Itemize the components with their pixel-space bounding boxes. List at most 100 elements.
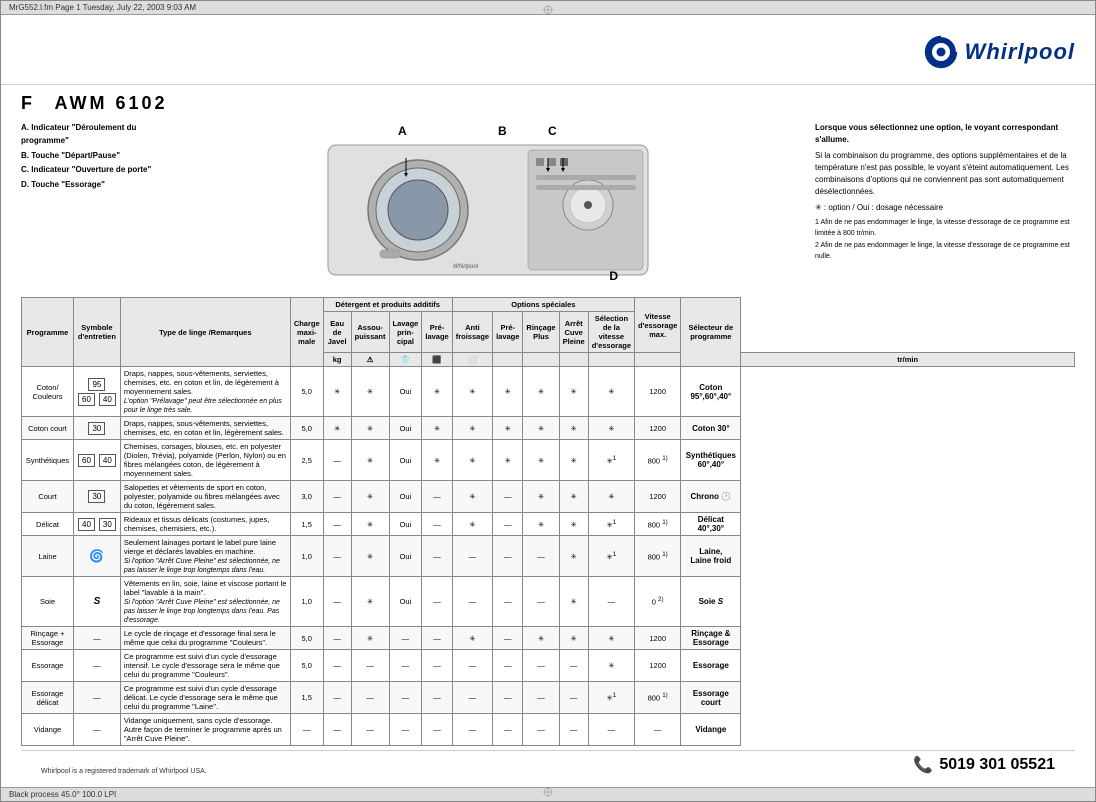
col-lavage: Lavage prin-cipal [389,312,422,353]
cell-symbole: — [74,714,121,746]
cell-sel: ✳1 [588,536,634,577]
cell-sel: ✳1 [588,513,634,536]
cell-anti: ✳ [452,367,492,417]
cell-charge: 5,0 [290,650,323,682]
col-type-linge: Type de linge /Remarques [120,298,290,367]
col-vitesse-header: Vitesse d'essorage max. [635,298,681,353]
top-section: A. Indicateur "Déroulement du programme"… [21,122,1075,287]
cell-sel: ✳1 [588,440,634,481]
col-lavage-icon: ⬛ [422,353,452,367]
cell-lavage: — [389,650,422,682]
cell-charge: — [290,714,323,746]
cell-selecteur: Essorage [681,650,741,682]
cell-assou: ✳ [351,367,389,417]
cell-programme: Coton/Couleurs [22,367,74,417]
cell-type: Vêtements en lin, soie, laine et viscose… [120,577,290,627]
desc-line2: Si la combinaison du programme, des opti… [815,150,1075,198]
cell-selecteur: Vidange [681,714,741,746]
cell-eau-javel: — [323,440,351,481]
cell-programme: Synthétiques [22,440,74,481]
cell-charge: 1,0 [290,577,323,627]
cell-arret: ✳ [559,627,588,650]
cell-selecteur: Coton 30° [681,417,741,440]
cell-type: Ce programme est suivi d'un cycle d'esso… [120,650,290,682]
cell-sel: ✳1 [588,682,634,714]
cell-programme: Essorage [22,650,74,682]
desc-line1: Lorsque vous sélectionnez une option, le… [815,122,1075,146]
label-list: A. Indicateur "Déroulement du programme"… [21,122,161,192]
cell-lavage: — [389,714,422,746]
diagram-label-a: A [398,124,407,138]
cell-eau-javel: ✳ [323,367,351,417]
cell-prelav: — [422,577,452,627]
cell-rincage: — [523,577,559,627]
cell-prelav: — [422,714,452,746]
cell-eau-javel: — [323,577,351,627]
cell-prelav2: — [493,714,523,746]
whirlpool-brand-name: Whirlpool [965,39,1075,65]
cell-selecteur: Essorage court [681,682,741,714]
cell-assou: — [351,682,389,714]
cell-selecteur: Coton95°,60°,40° [681,367,741,417]
cell-anti: ✳ [452,417,492,440]
cell-charge: 1,5 [290,682,323,714]
main-content: F AWM 6102 A. Indicateur "Déroulement du… [1,85,1095,787]
cell-charge: 1,0 [290,536,323,577]
cell-selecteur: Laine,Laine froid [681,536,741,577]
table-row: Coton court 30 Draps, nappes, sous-vêtem… [22,417,1075,440]
cell-assou: ✳ [351,417,389,440]
cell-type: Draps, nappes, sous-vêtements, serviette… [120,367,290,417]
cell-lavage: — [389,627,422,650]
title-section: F AWM 6102 [21,93,1075,114]
cell-sel: ✳ [588,627,634,650]
cell-assou: — [351,714,389,746]
header: Whirlpool [1,15,1095,85]
cell-charge: 1,5 [290,513,323,536]
cell-symbole: 4030 [74,513,121,536]
table-row: Rinçage + Essorage — Le cycle de rinçage… [22,627,1075,650]
cell-eau-javel: — [323,650,351,682]
cell-type: Chemises, corsages, blouses, etc. en pol… [120,440,290,481]
cell-anti: — [452,714,492,746]
col-pre-lavage: Pré-lavage [422,312,452,353]
cell-lavage: Oui [389,513,422,536]
cell-arret: — [559,714,588,746]
cell-sel: ✳ [588,650,634,682]
cell-symbole: — [74,682,121,714]
cell-rincage: ✳ [523,513,559,536]
diagram-area: A B C D [171,122,805,287]
table-row: Laine 🌀 Seulement lainages portant le la… [22,536,1075,577]
col-anti-icon [493,353,523,367]
cell-type: Salopettes et vêtements de sport en coto… [120,481,290,513]
cell-prelav2: — [493,682,523,714]
col-arret-cuve: Arrêt Cuve Pleine [559,312,588,353]
label-b: B. Touche "Départ/Pause" [21,150,161,163]
cell-assou: ✳ [351,481,389,513]
cell-prelav2: ✳ [493,440,523,481]
cell-symbole: S [74,577,121,627]
product-code: 5019 301 05521 [939,756,1055,774]
col-selection-vitesse: Sélection de la vitesse d'essorage [588,312,634,353]
cell-anti: ✳ [452,627,492,650]
label-d: D. Touche "Essorage" [21,179,161,192]
col-rincage-plus: Rinçage Plus [523,312,559,353]
cell-anti: ✳ [452,440,492,481]
footnote2: 2 Afin de ne pas endommager le linge, la… [815,241,1075,262]
cell-programme: Coton court [22,417,74,440]
cell-arret: ✳ [559,481,588,513]
col-symbole: Symboled'entretien [74,298,121,367]
cell-type: Draps, nappes, sous-vêtements, serviette… [120,417,290,440]
cell-assou: ✳ [351,536,389,577]
col-rincage-icon [559,353,588,367]
cell-symbole: 6040 [74,440,121,481]
cell-vitesse: 1200 [635,650,681,682]
top-bar-text: MrG552.l.fm Page 1 Tuesday, July 22, 200… [9,3,196,12]
cell-charge: 5,0 [290,417,323,440]
cell-eau-javel: — [323,627,351,650]
cell-arret: ✳ [559,417,588,440]
cell-charge: 3,0 [290,481,323,513]
cell-prelav: — [422,513,452,536]
cell-lavage: Oui [389,417,422,440]
cell-symbole: — [74,627,121,650]
cell-assou: ✳ [351,627,389,650]
